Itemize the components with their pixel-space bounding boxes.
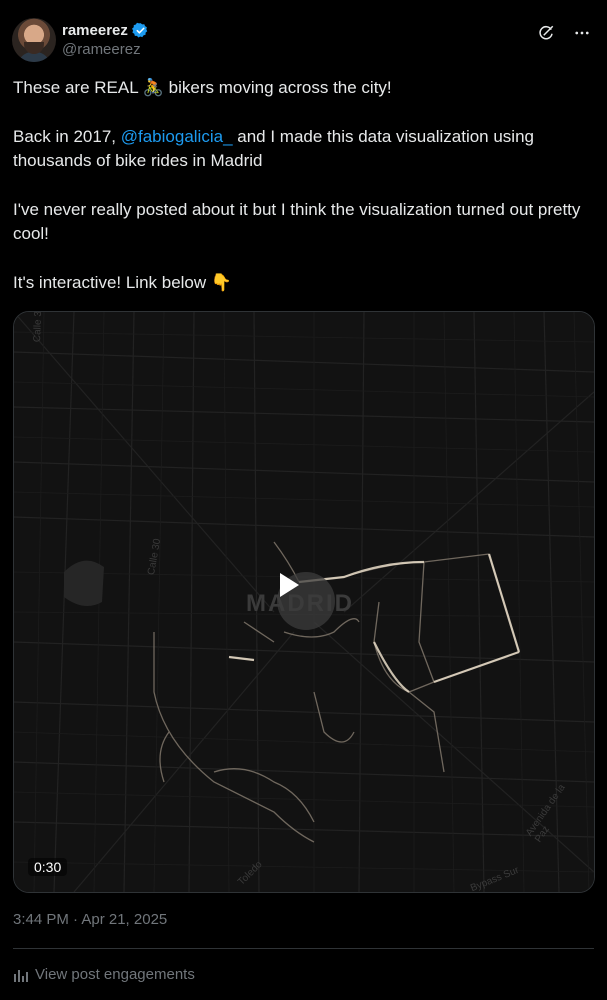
- avatar[interactable]: [12, 18, 56, 62]
- grok-icon[interactable]: [535, 22, 557, 44]
- play-button[interactable]: [277, 572, 335, 630]
- divider: [13, 948, 594, 949]
- more-icon[interactable]: [571, 22, 593, 44]
- bicyclist-emoji-icon: 🚴: [142, 78, 164, 97]
- verified-badge-icon: [131, 22, 148, 38]
- author-info[interactable]: rameerez @rameerez: [62, 22, 149, 58]
- street-label: Calle 30: [32, 311, 45, 343]
- post-paragraph: It's interactive! Link below 👇: [13, 271, 588, 295]
- play-icon: [280, 573, 299, 597]
- analytics-icon: [14, 969, 28, 982]
- post-timestamp[interactable]: 3:44 PM · Apr 21, 2025: [13, 911, 167, 928]
- pointing-down-emoji-icon: 👇: [210, 273, 233, 292]
- post-header: rameerez @rameerez: [12, 16, 595, 66]
- view-engagements-link[interactable]: View post engagements: [13, 966, 195, 983]
- mention-link[interactable]: @fabiogalicia_: [121, 127, 233, 146]
- display-name[interactable]: rameerez: [62, 22, 128, 39]
- post-text: These are REAL 🚴 bikers moving across th…: [13, 76, 588, 320]
- post-paragraph: Back in 2017, @fabiogalicia_ and I made …: [13, 127, 534, 170]
- video-player[interactable]: Calle 30 Calle 30 Avenida de la Paz Bypa…: [13, 311, 595, 893]
- post-paragraph: These are REAL 🚴 bikers moving across th…: [13, 76, 588, 100]
- engagements-label: View post engagements: [35, 966, 195, 983]
- handle[interactable]: @rameerez: [62, 41, 149, 58]
- video-duration: 0:30: [28, 858, 68, 876]
- post-paragraph: I've never really posted about it but I …: [13, 200, 581, 243]
